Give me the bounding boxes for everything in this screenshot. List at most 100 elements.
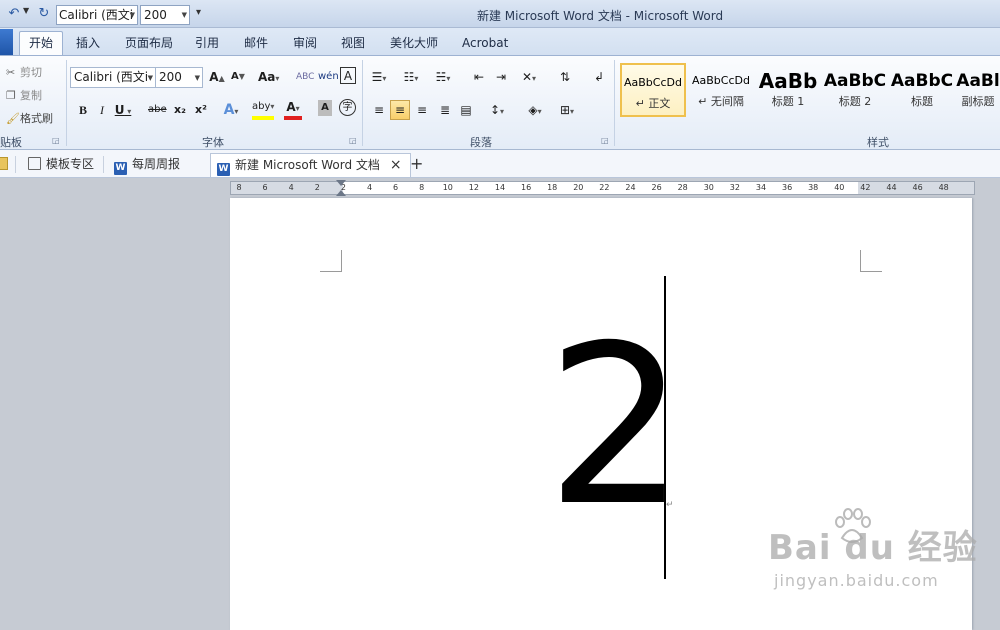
dialog-launcher-icon[interactable]: ◲ [52,136,60,145]
style-no-spacing[interactable]: AaBbCcDd ↵ 无间隔 [688,63,754,117]
document-page[interactable]: 2 ↵ Bai du 经验 jingyan.baidu.com [230,198,977,630]
bullet-list-icon: ☰ [371,70,383,84]
tab-acrobat[interactable]: Acrobat [456,32,514,55]
paw-logo-icon [835,508,871,543]
highlight-button[interactable]: aby▾ [252,100,275,120]
template-zone-tab[interactable]: 模板专区 [28,153,94,177]
char-shading-button[interactable]: A [318,100,332,116]
style-sample: AaBl [956,71,1000,91]
tab-mailings[interactable]: 邮件 [238,32,274,55]
align-right-button[interactable]: ≡ [413,100,431,120]
style-name: 标题 2 [838,95,872,108]
align-left-icon: ≡ [373,103,385,117]
subscript-button[interactable]: x₂ [171,100,189,120]
enclose-chars-button[interactable]: 字 [339,99,356,116]
format-painter-button[interactable]: 🖌格式刷 [6,110,53,126]
shrink-font-button[interactable]: A▼ [229,67,247,87]
text-effect-button[interactable]: A▾ [222,100,240,120]
italic-button[interactable]: I [93,100,111,120]
style-name: ↵ 无间隔 [698,95,744,108]
char-border-button[interactable]: A [340,67,356,84]
style-sample: AaBbCcDd [624,76,682,89]
ribbon: ✂ 剪切 ❐ 复制 🖌格式刷 贴板 ◲ Calibri (西文i ▼ 200 ▼ A… [0,55,1000,150]
close-icon[interactable]: × [390,157,402,173]
margin-corner-mark [860,250,882,272]
styles-group-label: 样式 [867,136,889,149]
text-cursor [664,276,666,579]
style-heading-2[interactable]: AaBbC 标题 2 [822,63,888,117]
style-normal[interactable]: AaBbCcDd ↵ 正文 [620,63,686,117]
line-spacing-button[interactable]: ↕▾ [488,100,506,120]
tab-page-layout[interactable]: 页面布局 [119,32,179,55]
ruler-number: 10 [442,183,453,192]
grow-font-icon: A [209,70,219,84]
distribute-button[interactable]: ▤ [457,100,475,120]
style-subtitle[interactable]: AaBl 副标题 [956,63,1000,117]
cut-label: 剪切 [20,66,42,79]
first-line-indent-marker[interactable] [336,180,346,186]
sort-button[interactable]: ⇅ [556,67,574,87]
numbered-list-icon: ☷ [403,70,415,84]
multilevel-list-button[interactable]: ☵▾ [434,67,452,87]
current-document-tab[interactable]: W 新建 Microsoft Word 文档 × [210,153,411,177]
shading-button[interactable]: ◈▾ [526,100,544,120]
dialog-launcher-icon[interactable]: ◲ [601,136,609,145]
folder-tab[interactable] [0,153,13,177]
new-tab-button[interactable]: + [410,153,423,177]
strikethrough-button[interactable]: abe [148,100,167,120]
numbering-button[interactable]: ☷▾ [402,67,420,87]
font-name-combo[interactable]: Calibri (西文i ▼ [70,67,156,88]
current-document-label: 新建 Microsoft Word 文档 [235,158,380,172]
font-size-value: 200 [159,70,182,84]
style-heading-1[interactable]: AaBb 标题 1 [755,63,821,117]
underline-button[interactable]: U ▾ [114,100,132,120]
increase-indent-button[interactable]: ⇥ [492,67,510,87]
ruler-number: 2 [314,183,320,192]
align-left-button[interactable]: ≡ [370,100,388,120]
justify-icon: ≣ [439,103,451,117]
align-center-button[interactable]: ≡ [390,100,410,120]
tab-home[interactable]: 开始 [19,31,63,55]
weekly-report-tab[interactable]: W 每周周报 [114,153,180,177]
phonetic-guide-button[interactable]: wén [318,67,339,87]
sort-icon: ⇅ [559,70,571,84]
decrease-indent-button[interactable]: ⇤ [470,67,488,87]
style-sample: AaBbCcDd [692,74,750,87]
style-title[interactable]: AaBbC 标题 [889,63,955,117]
tab-references[interactable]: 引用 [189,32,225,55]
borders-button[interactable]: ⊞▾ [558,100,576,120]
format-painter-label: 格式刷 [20,112,53,125]
show-marks-button[interactable]: ↲ [590,67,608,87]
ruler-number: 34 [755,183,767,192]
chinese-layout-button[interactable]: ✕▾ [520,67,538,87]
phonetic-icon: wén [318,71,339,82]
cut-button[interactable]: ✂ 剪切 [6,64,42,80]
change-case-button[interactable]: Aa▾ [258,67,279,87]
font-size-combo[interactable]: 200 ▼ [155,67,203,88]
dialog-launcher-icon[interactable]: ◲ [349,136,357,145]
folder-icon [0,157,8,170]
grow-font-button[interactable]: A▲ [208,67,226,87]
clear-format-button[interactable]: ABC [296,67,314,87]
hanging-indent-marker[interactable] [336,190,346,196]
justify-button[interactable]: ≣ [436,100,454,120]
tab-beautify[interactable]: 美化大师 [384,32,444,55]
font-color-button[interactable]: A▾ [284,100,302,120]
file-tab[interactable] [0,29,13,55]
ruler-number: 38 [808,183,819,192]
copy-button[interactable]: ❐ 复制 [6,87,42,103]
tab-view[interactable]: 视图 [335,32,371,55]
chevron-down-icon[interactable]: ▼ [148,69,153,87]
chevron-down-icon[interactable]: ▼ [195,69,200,87]
superscript-button[interactable]: x² [192,100,210,120]
scissors-icon: ✂ [6,66,16,79]
tab-insert[interactable]: 插入 [70,32,106,55]
bullets-button[interactable]: ☰▾ [370,67,388,87]
copy-label: 复制 [20,89,42,102]
paragraph-mark: ↵ [666,500,674,510]
tab-review[interactable]: 审阅 [287,32,323,55]
weekly-report-label: 每周周报 [132,157,181,171]
style-name: 副标题 [961,95,995,108]
bold-button[interactable]: B [74,100,92,120]
ruler-number: 40 [834,183,845,192]
